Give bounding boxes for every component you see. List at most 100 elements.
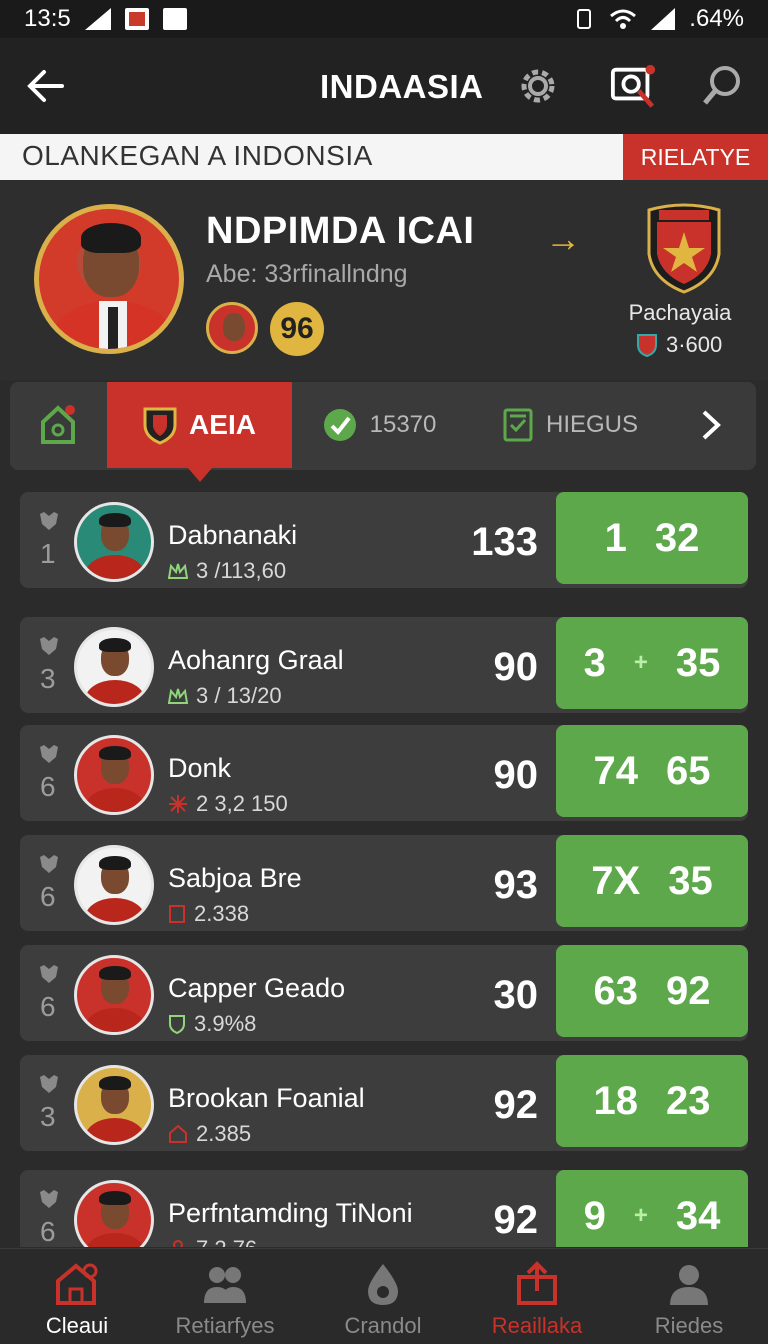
player-row[interactable]: 6 Donk 2 3,2 150 90 74 65 (20, 725, 748, 821)
player-stat-text: 3 /113,60 (196, 558, 287, 583)
player-stat: 7.2.76 (168, 1236, 257, 1247)
player-result-box[interactable]: 7X 35 (556, 835, 748, 927)
player-row[interactable]: 1 Dabnanaki 3 /113,60 133 1 32 (20, 492, 748, 588)
result-right: 35 (668, 858, 713, 903)
nav-label: Reaillaka (491, 1313, 583, 1338)
tab-home[interactable] (10, 382, 106, 468)
avatar-body (85, 555, 145, 579)
nav-label: Cleaui (45, 1313, 109, 1338)
nav-label: Retiarfyes (175, 1313, 275, 1338)
result-left: 7X (591, 858, 641, 903)
person-icon (670, 1265, 708, 1305)
cell-signal-icon (651, 8, 676, 30)
player-stat: 2.338 (168, 901, 249, 927)
player-result-box[interactable]: 9 +34 (556, 1170, 748, 1247)
player-avatar[interactable] (74, 1180, 154, 1247)
tab-bar: AEIA 15370 HIEGUS (10, 382, 756, 482)
player-name: Capper Geado (168, 973, 346, 1003)
player-result-box[interactable]: 1 32 (556, 492, 748, 584)
club-name: Pachayaia (628, 300, 732, 325)
player-avatar[interactable] (74, 627, 154, 707)
avatar-tie (108, 307, 118, 349)
status-time: 13:5 (24, 5, 71, 32)
league-banner[interactable]: OLANKEGAN A INDONSIA RIELATYE (0, 134, 768, 180)
player-stat-text: 7.2.76 (196, 1236, 257, 1247)
tab-aeia[interactable]: AEIA (107, 382, 292, 482)
clipboard-icon (503, 408, 533, 442)
player-result-box[interactable]: 3 +35 (556, 617, 748, 709)
player-row[interactable]: 6 Capper Geado 3.9%8 30 63 92 (20, 945, 748, 1041)
player-row[interactable]: 3 Brookan Foanial 2.385 92 18 23 (20, 1055, 748, 1151)
check-circle-icon (323, 409, 356, 441)
player-list[interactable]: 1 Dabnanaki 3 /113,60 133 1 32 3 Aohanrg Graal 3… (20, 492, 750, 1247)
result-left: 63 (593, 968, 639, 1013)
nav-riedes[interactable]: Riedes (612, 1249, 766, 1344)
square-icon (169, 905, 185, 923)
avatar-body (85, 788, 145, 812)
profile-avatar[interactable] (34, 204, 184, 354)
avatar-body (85, 1008, 145, 1032)
search-button[interactable] (700, 62, 748, 110)
result-right: 65 (666, 748, 711, 793)
player-rank: 6 (40, 1216, 56, 1247)
player-row[interactable]: 6 Sabjoa Bre 2.338 93 7X 35 (20, 835, 748, 931)
rank-badge-icon (40, 1075, 58, 1093)
player-row[interactable]: 6 Perfntamding TiNoni 7.2.76 92 9 +34 (20, 1170, 748, 1247)
nav-reaillaka[interactable]: Reaillaka (460, 1249, 614, 1344)
player-avatar[interactable] (74, 845, 154, 925)
profile-name: NDPIMDA ICAI (206, 210, 475, 252)
share-up-icon (517, 1261, 557, 1305)
tab-score[interactable]: 15370 (293, 382, 465, 468)
player-result-box[interactable]: 18 23 (556, 1055, 748, 1147)
player-stat: 3.9%8 (168, 1011, 256, 1037)
player-avatar[interactable] (74, 1065, 154, 1145)
player-stat-text: 2 3,2 150 (196, 791, 288, 816)
player-avatar[interactable] (74, 955, 154, 1035)
mini-avatar-head (223, 313, 245, 341)
avatar-body (85, 1118, 145, 1142)
avatar-hair (99, 1191, 131, 1205)
nav-crandol[interactable]: Crandol (306, 1249, 460, 1344)
player-avatar[interactable] (74, 735, 154, 815)
scan-button[interactable] (610, 62, 658, 110)
back-button[interactable] (20, 61, 70, 111)
player-result-box[interactable]: 63 92 (556, 945, 748, 1037)
tab-hiegus[interactable]: HIEGUS (480, 382, 660, 468)
nav-retiarfyes[interactable]: Retiarfyes (148, 1249, 302, 1344)
settings-button[interactable] (514, 62, 562, 110)
crown-icon (168, 688, 188, 704)
rank-badge-icon (40, 965, 58, 983)
club-crest-icon[interactable] (645, 202, 723, 294)
mini-avatar[interactable] (206, 302, 258, 354)
banner-tag[interactable]: RIELATYE (623, 134, 768, 180)
arrow-right-icon[interactable]: → (545, 218, 581, 260)
home-pin-icon (56, 1263, 98, 1305)
player-rank: 6 (40, 771, 56, 802)
result-right: 92 (666, 968, 711, 1013)
player-stat: 3 / 13/20 (168, 683, 282, 709)
player-name: Dabnanaki (168, 520, 298, 550)
nav-label: Riedes (654, 1313, 724, 1338)
home-badge-icon (41, 405, 75, 444)
gear-icon (521, 69, 555, 103)
player-result-box[interactable]: 74 65 (556, 725, 748, 817)
player-score: 90 (493, 753, 539, 797)
result-left: 18 (593, 1078, 639, 1123)
nav-cleaui[interactable]: Cleaui (0, 1249, 154, 1344)
player-rank: 1 (40, 538, 56, 569)
player-stat: 2 3,2 150 (168, 791, 288, 817)
result-right: 35 (675, 640, 721, 685)
rating-badge: 96 (270, 302, 324, 356)
tab-aeia-label: AEIA (189, 409, 256, 440)
player-row[interactable]: 3 Aohanrg Graal 3 / 13/20 90 3 +35 (20, 617, 748, 713)
player-name: Aohanrg Graal (168, 645, 344, 675)
player-stat-text: 3 / 13/20 (196, 683, 282, 708)
player-avatar[interactable] (74, 502, 154, 582)
player-name: Brookan Foanial (168, 1083, 365, 1113)
search-icon (703, 66, 740, 105)
tab-next[interactable] (670, 382, 752, 468)
player-stat: 2.385 (168, 1121, 251, 1147)
avatar-body (85, 898, 145, 922)
avatar-hair (99, 966, 131, 980)
shield-small-icon (637, 334, 657, 357)
